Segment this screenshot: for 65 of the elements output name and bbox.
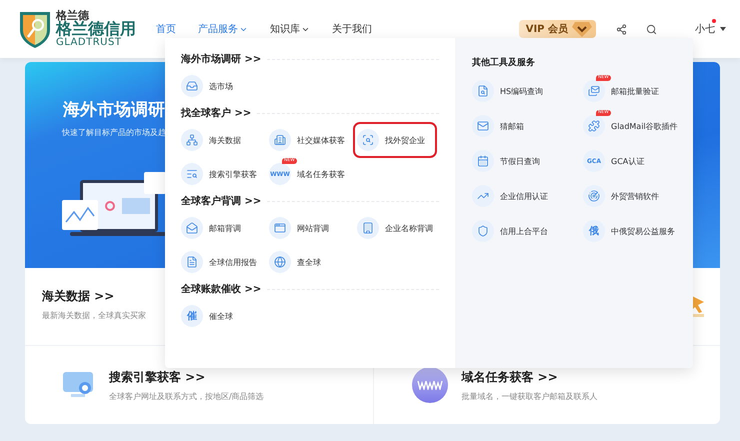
- caret-icon: [720, 27, 726, 31]
- building-icon: [269, 129, 291, 151]
- feature-title[interactable]: 域名任务获客 >>: [462, 368, 598, 386]
- glyph-icon: 催: [181, 305, 203, 327]
- chart-icon: [472, 185, 494, 207]
- nav-link[interactable]: 产品服务: [198, 22, 248, 36]
- menu-item[interactable]: 邮箱背调: [181, 214, 241, 242]
- document-icon: [181, 251, 203, 273]
- logo-title: 格兰德信用: [56, 21, 136, 38]
- section-title: 全球账款催收 >>: [181, 282, 262, 296]
- menu-item[interactable]: 催 催全球: [181, 302, 233, 330]
- feature-description: 批量域名，一键获取客户邮箱及联系人: [462, 390, 598, 402]
- section-title: 全球客户背调 >>: [181, 194, 262, 208]
- diamond-icon: [572, 21, 592, 37]
- file-search-icon: [472, 80, 494, 102]
- card-description: 最新海关数据，全球真实买家: [42, 310, 146, 321]
- menu-item[interactable]: 海关数据: [181, 126, 241, 154]
- hero-title: 海外市场调研: [63, 99, 165, 121]
- mail-icon: [472, 115, 494, 137]
- menu-item[interactable]: 社交媒体获客: [269, 126, 345, 154]
- menu-item[interactable]: 找外贸企业: [357, 126, 433, 154]
- feature-description: 全球客户网址及联系方式，按地区/商品筛选: [109, 390, 264, 402]
- menu-item[interactable]: 节假日查询: [472, 147, 540, 175]
- share-icon[interactable]: [616, 24, 627, 34]
- shield-icon: [472, 220, 494, 242]
- menu-item[interactable]: 选市场: [181, 72, 233, 100]
- menu-item[interactable]: 猜邮箱: [472, 112, 524, 140]
- menu-item[interactable]: 查全球: [269, 248, 321, 276]
- radar-icon: [583, 185, 605, 207]
- glyph-icon: 俄: [583, 220, 605, 242]
- search-icon[interactable]: [646, 24, 657, 34]
- monitor-search-icon: [63, 370, 95, 400]
- calendar-icon: [472, 150, 494, 172]
- card-title[interactable]: 海关数据 >>: [42, 288, 114, 305]
- vip-button[interactable]: VIP 会员: [518, 20, 596, 38]
- menu-item[interactable]: 全球信用报告: [181, 248, 257, 276]
- menu-item[interactable]: 企业名称背调: [357, 214, 433, 242]
- network-icon: [181, 129, 203, 151]
- mails-icon: [583, 80, 605, 102]
- search-window-icon: [357, 129, 379, 151]
- feature-title[interactable]: 搜索引擎获客 >>: [109, 368, 264, 386]
- nav-link[interactable]: 首页: [156, 22, 176, 36]
- section-title: 其他工具及服务: [472, 56, 536, 69]
- building-search-icon: [357, 217, 379, 239]
- globe-icon: [269, 251, 291, 273]
- menu-item[interactable]: 网站背调: [269, 214, 329, 242]
- text-search-icon: [181, 163, 203, 185]
- mail-open-icon: [181, 217, 203, 239]
- shield-logo-icon: [18, 9, 52, 49]
- window-icon: [269, 217, 291, 239]
- menu-item[interactable]: HS编码查询: [472, 77, 544, 105]
- inbox-icon: [181, 75, 203, 97]
- menu-item[interactable]: 外贸营销软件: [583, 182, 659, 210]
- puzzle-icon: [583, 115, 605, 137]
- menu-item[interactable]: 俄 中俄贸易公益服务: [583, 217, 675, 245]
- nav-link[interactable]: 关于我们: [332, 22, 372, 36]
- nav-link[interactable]: 知识库: [270, 22, 310, 36]
- menu-item[interactable]: 信用上合平台: [472, 217, 548, 245]
- menu-item[interactable]: 搜索引擎获客: [181, 160, 257, 188]
- section-title: 海外市场调研 >>: [181, 52, 262, 66]
- logo-subtitle: GLADTRUST: [56, 38, 122, 48]
- user-menu[interactable]: 小七: [695, 22, 726, 36]
- section-title: 找全球客户 >>: [181, 106, 252, 120]
- logo-text: 格兰德: [56, 10, 90, 22]
- menu-item[interactable]: 企业信用认证: [472, 182, 548, 210]
